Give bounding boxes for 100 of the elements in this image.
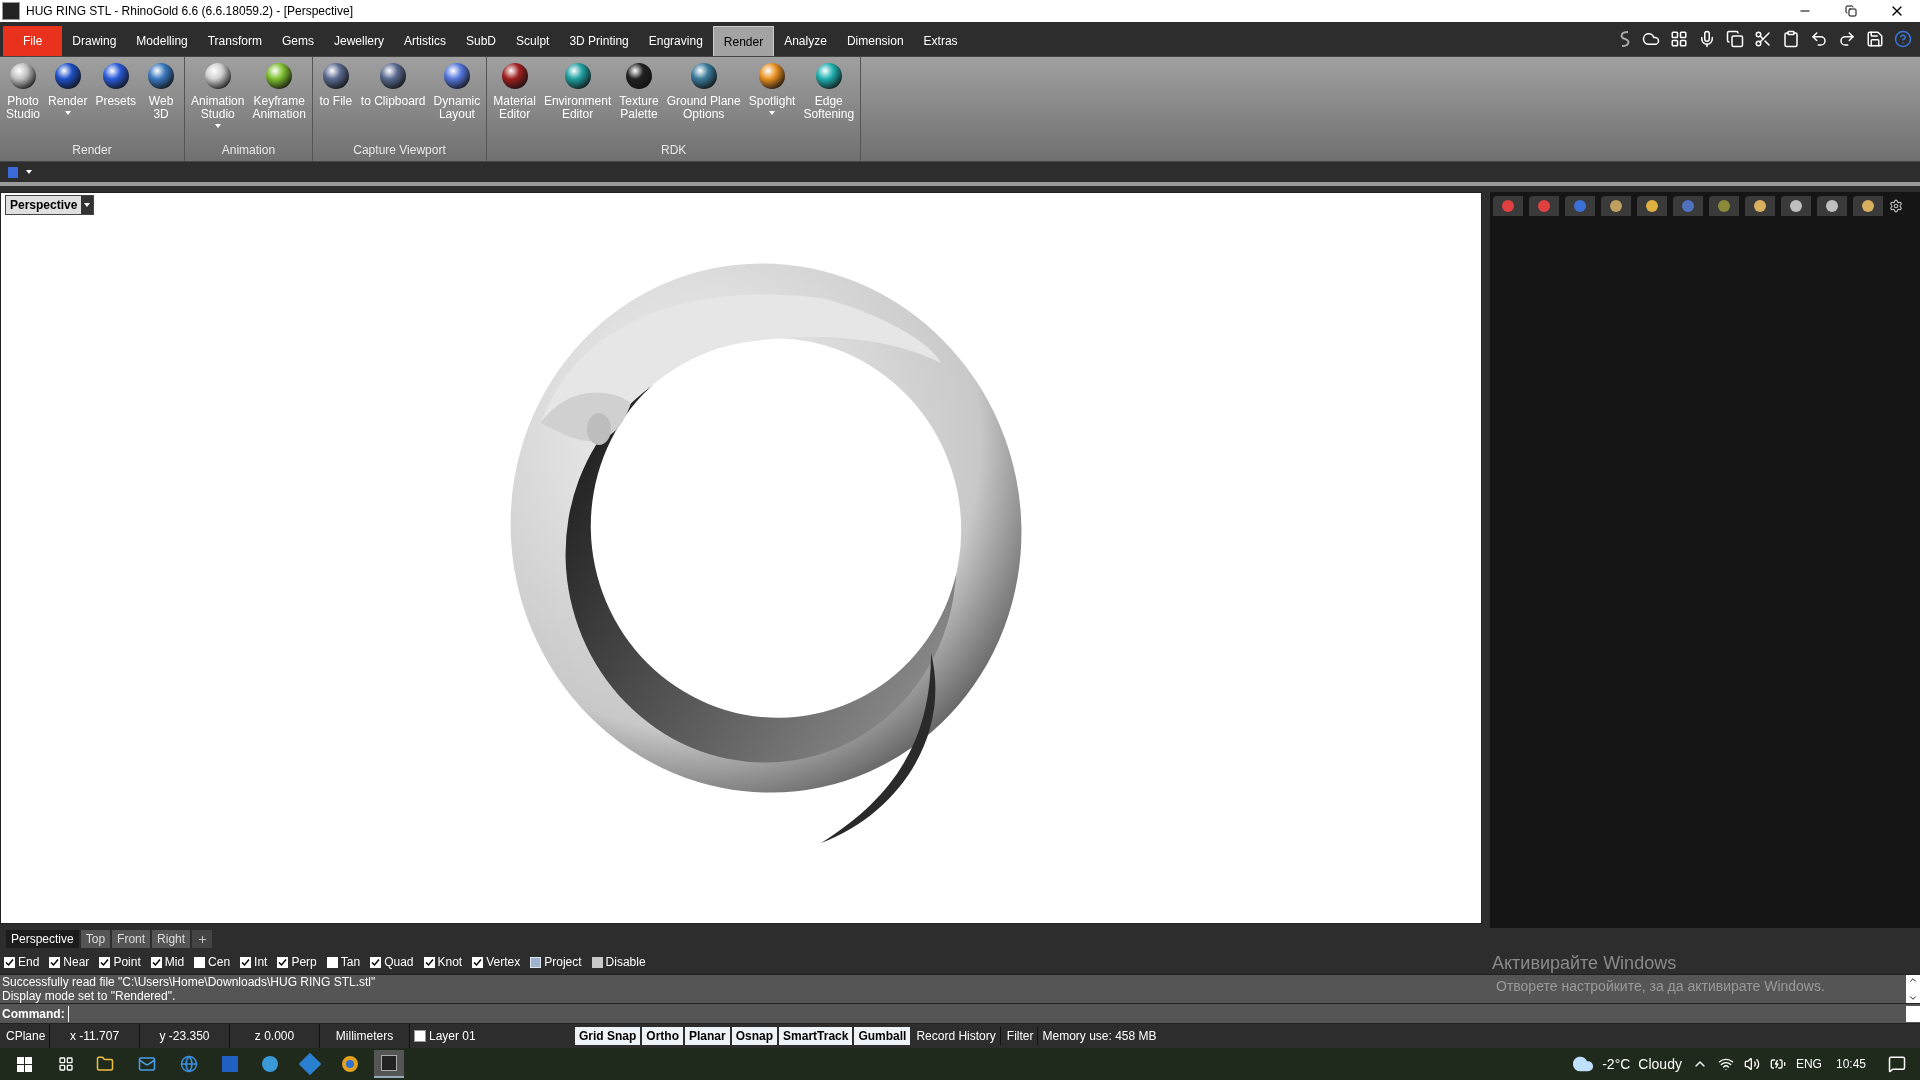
- ribbon-button[interactable]: Photo Studio: [4, 61, 43, 141]
- checkbox[interactable]: [150, 956, 162, 968]
- ribbon-tab[interactable]: Gems: [271, 26, 324, 56]
- osnap-checkbox[interactable]: Int: [240, 953, 268, 971]
- panel-tab-icon[interactable]: [1529, 196, 1559, 216]
- status-toggle[interactable]: Filter: [1002, 1027, 1039, 1045]
- cube-icon[interactable]: [8, 166, 18, 178]
- file-menu-button[interactable]: File: [3, 26, 63, 56]
- viewport-tab[interactable]: Front: [112, 930, 151, 948]
- ribbon-button[interactable]: Keyframe Animation: [250, 61, 308, 141]
- panel-tab-icon[interactable]: [1601, 196, 1631, 216]
- ribbon-tab[interactable]: Sculpt: [506, 26, 560, 56]
- status-toggle[interactable]: Grid Snap: [575, 1027, 641, 1045]
- osnap-checkbox[interactable]: Quad: [370, 953, 414, 971]
- notifications-icon[interactable]: [1888, 1055, 1906, 1073]
- panel-tab-icon[interactable]: [1637, 196, 1667, 216]
- browser-icon[interactable]: [342, 1056, 358, 1072]
- redo-icon[interactable]: [1838, 30, 1856, 48]
- status-toggle[interactable]: Ortho: [642, 1027, 683, 1045]
- microphone-icon[interactable]: [1698, 30, 1716, 48]
- layer-label[interactable]: Layer 01: [429, 1027, 476, 1045]
- ribbon-tab[interactable]: Artistics: [394, 26, 456, 56]
- panel-tab-icon[interactable]: [1709, 196, 1739, 216]
- ribbon-tab[interactable]: Transform: [197, 26, 272, 56]
- add-tab-button[interactable]: [192, 930, 213, 948]
- weather[interactable]: Cloudy: [1638, 1053, 1682, 1075]
- osnap-checkbox[interactable]: Cen: [194, 953, 231, 971]
- viewport-tab[interactable]: Right: [152, 930, 191, 948]
- viewport[interactable]: Perspective: [0, 192, 1482, 924]
- osnap-checkbox[interactable]: Tan: [326, 953, 361, 971]
- checkbox[interactable]: [326, 956, 338, 968]
- status-toggle[interactable]: Planar: [685, 1027, 730, 1045]
- volume-icon[interactable]: [1743, 1056, 1760, 1072]
- cut-icon[interactable]: [1754, 30, 1772, 48]
- ribbon-button[interactable]: Web 3D: [142, 61, 181, 141]
- checkbox[interactable]: [472, 956, 484, 968]
- spin-button[interactable]: [1906, 1005, 1920, 1022]
- folder-icon[interactable]: [96, 1055, 114, 1073]
- ribbon-button[interactable]: Animation Studio: [189, 61, 247, 141]
- panel-tab-icon[interactable]: [1817, 196, 1847, 216]
- viewport-tab[interactable]: Perspective: [6, 930, 79, 948]
- app-icon[interactable]: [374, 1050, 404, 1078]
- caret-icon[interactable]: [26, 170, 32, 174]
- ribbon-tab[interactable]: Drawing: [62, 26, 127, 56]
- help-icon[interactable]: [1894, 30, 1912, 48]
- checkbox[interactable]: [591, 956, 603, 968]
- status-toggle[interactable]: Gumball: [854, 1027, 911, 1045]
- checkbox[interactable]: [277, 956, 289, 968]
- ribbon-tab[interactable]: Engraving: [638, 26, 713, 56]
- checkbox[interactable]: [49, 956, 61, 968]
- panel-tab-icon[interactable]: [1493, 196, 1523, 216]
- paste-icon[interactable]: [1782, 30, 1800, 48]
- osnap-checkbox[interactable]: Mid: [150, 953, 185, 971]
- panel-tab-icon[interactable]: [1745, 196, 1775, 216]
- osnap-checkbox[interactable]: Perp: [277, 953, 317, 971]
- checkbox[interactable]: [194, 956, 206, 968]
- panel-tab-icon[interactable]: [1853, 196, 1883, 216]
- ribbon-tab[interactable]: Modelling: [126, 26, 198, 56]
- osnap-checkbox[interactable]: Point: [99, 953, 141, 971]
- viewport-tab[interactable]: Top: [80, 930, 111, 948]
- panel-tab-icon[interactable]: [1781, 196, 1811, 216]
- clock[interactable]: 10:45: [1835, 1055, 1866, 1073]
- ribbon-button[interactable]: Texture Palette: [617, 61, 661, 141]
- ribbon-tab[interactable]: Jewellery: [324, 26, 394, 56]
- checkbox[interactable]: [4, 956, 15, 968]
- ribbon-button[interactable]: Dynamic Layout: [431, 61, 483, 141]
- ribbon-tab[interactable]: 3D Printing: [559, 26, 639, 56]
- layer-swatch[interactable]: [414, 1030, 426, 1042]
- osnap-checkbox[interactable]: Project: [530, 953, 582, 971]
- ribbon-tab[interactable]: Render: [712, 26, 775, 56]
- checkbox[interactable]: [370, 956, 382, 968]
- ribbon-button[interactable]: Environment Editor: [541, 61, 614, 141]
- caret-icon[interactable]: [81, 196, 94, 214]
- ribbon-tab[interactable]: SubD: [456, 26, 507, 56]
- checkbox[interactable]: [423, 956, 435, 968]
- mail-icon[interactable]: [138, 1055, 156, 1073]
- settings-icon[interactable]: [1889, 199, 1903, 213]
- undo-icon[interactable]: [1810, 30, 1828, 48]
- ribbon-button[interactable]: Edge Softening: [801, 61, 857, 141]
- temperature[interactable]: -2°C: [1602, 1053, 1631, 1075]
- copy-icon[interactable]: [1726, 30, 1744, 48]
- status-toggle[interactable]: SmartTrack: [779, 1027, 853, 1045]
- ribbon-tab[interactable]: Analyze: [774, 26, 837, 56]
- swirl-icon[interactable]: [1618, 30, 1632, 48]
- osnap-checkbox[interactable]: Vertex: [472, 953, 521, 971]
- status-toggle[interactable]: Record History: [912, 1027, 1001, 1045]
- save-icon[interactable]: [1866, 30, 1884, 48]
- ribbon-button[interactable]: Material Editor: [491, 61, 538, 141]
- browser-icon[interactable]: [180, 1055, 198, 1073]
- osnap-checkbox[interactable]: End: [4, 953, 40, 971]
- wifi-icon[interactable]: [1717, 1056, 1734, 1072]
- osnap-checkbox[interactable]: Near: [49, 953, 90, 971]
- osnap-checkbox[interactable]: Disable: [591, 953, 646, 971]
- checkbox[interactable]: [99, 956, 111, 968]
- osnap-checkbox[interactable]: Knot: [423, 953, 463, 971]
- ribbon-button[interactable]: Ground Plane Options: [664, 61, 743, 141]
- battery-icon[interactable]: [1769, 1056, 1786, 1072]
- checkbox[interactable]: [240, 956, 252, 968]
- scrollbar[interactable]: [1906, 975, 1920, 1003]
- checkbox[interactable]: [530, 956, 542, 968]
